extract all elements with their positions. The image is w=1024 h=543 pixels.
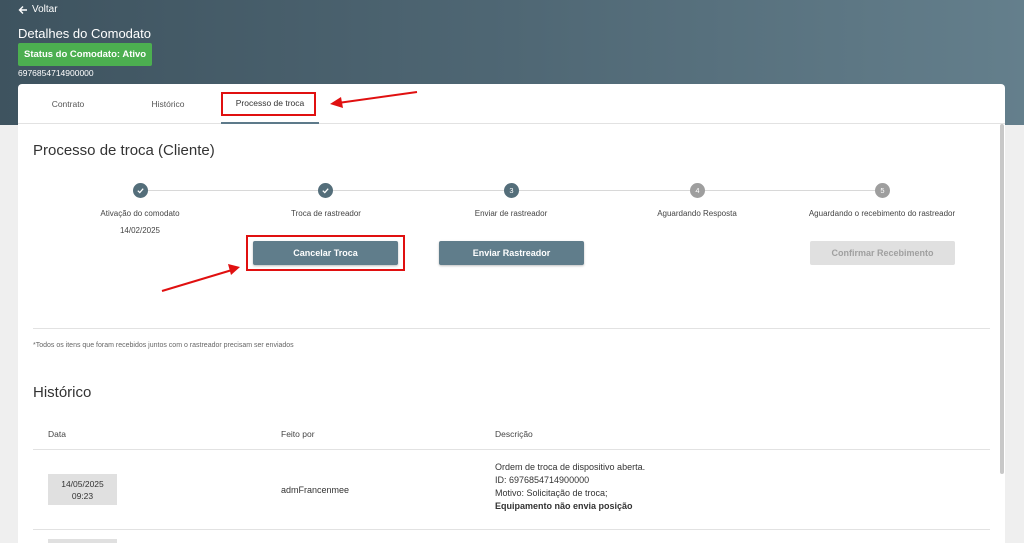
step-4-label: Aguardando Resposta <box>657 209 737 218</box>
step-2-label: Troca de rastreador <box>291 209 361 218</box>
scrollbar[interactable] <box>1000 124 1004 474</box>
history-time: 09:23 <box>71 491 94 501</box>
tab-contrato[interactable]: Contrato <box>33 84 103 124</box>
step-connector <box>519 190 690 191</box>
details-card: Contrato Histórico Processo de troca Pro… <box>18 84 1005 543</box>
send-tracker-button[interactable]: Enviar Rastreador <box>439 241 584 265</box>
description-line-bold: Equipamento não envia posição <box>495 501 633 511</box>
confirm-receipt-button[interactable]: Confirmar Recebimento <box>810 241 955 265</box>
tab-historico[interactable]: Histórico <box>133 84 203 124</box>
step-1-circle <box>133 183 148 198</box>
step-5-circle: 5 <box>875 183 890 198</box>
check-icon <box>322 188 329 194</box>
history-date-chip-next <box>48 539 117 543</box>
check-icon <box>137 188 144 194</box>
step-connector <box>147 190 318 191</box>
back-label: Voltar <box>32 4 58 15</box>
tab-bar: Contrato Histórico Processo de troca <box>18 84 1005 124</box>
description-line: ID: 6976854714900000 <box>495 475 590 485</box>
column-header-feito-por: Feito por <box>281 429 315 439</box>
history-date: 14/05/2025 <box>61 479 104 489</box>
contract-id: 6976854714900000 <box>18 68 94 78</box>
annotation-highlight-tab <box>221 92 316 116</box>
description-line: Ordem de troca de dispositivo aberta. <box>495 462 646 472</box>
step-connector <box>705 190 875 191</box>
step-4-circle: 4 <box>690 183 705 198</box>
page-title: Detalhes do Comodato <box>18 26 151 41</box>
history-title: Histórico <box>33 384 92 401</box>
step-5-label: Aguardando o recebimento do rastreador <box>808 209 956 218</box>
description-line: Motivo: Solicitação de troca; <box>495 488 608 498</box>
table-row-divider <box>33 529 990 530</box>
step-1-date: 14/02/2025 <box>119 226 161 235</box>
annotation-highlight-button <box>246 235 405 271</box>
column-header-descricao: Descrição <box>495 429 533 439</box>
column-header-data: Data <box>48 429 66 439</box>
section-divider <box>33 328 990 329</box>
step-1-label: Ativação do comodato <box>100 209 180 218</box>
step-3-label: Enviar de rastreador <box>474 209 548 218</box>
step-3-circle: 3 <box>504 183 519 198</box>
status-badge: Status do Comodato: Ativo <box>18 43 153 66</box>
back-link[interactable]: Voltar <box>18 4 58 15</box>
arrow-left-icon <box>18 5 27 14</box>
history-date-chip: 14/05/2025 09:23 <box>48 474 117 505</box>
step-connector <box>333 190 504 191</box>
step-2-circle <box>318 183 333 198</box>
process-title: Processo de troca (Cliente) <box>33 142 215 159</box>
footnote: *Todos os itens que foram recebidos junt… <box>33 342 294 349</box>
history-description: Ordem de troca de dispositivo aberta. ID… <box>495 461 645 513</box>
history-author: admFrancenmee <box>281 485 350 495</box>
table-header-divider <box>33 449 990 450</box>
